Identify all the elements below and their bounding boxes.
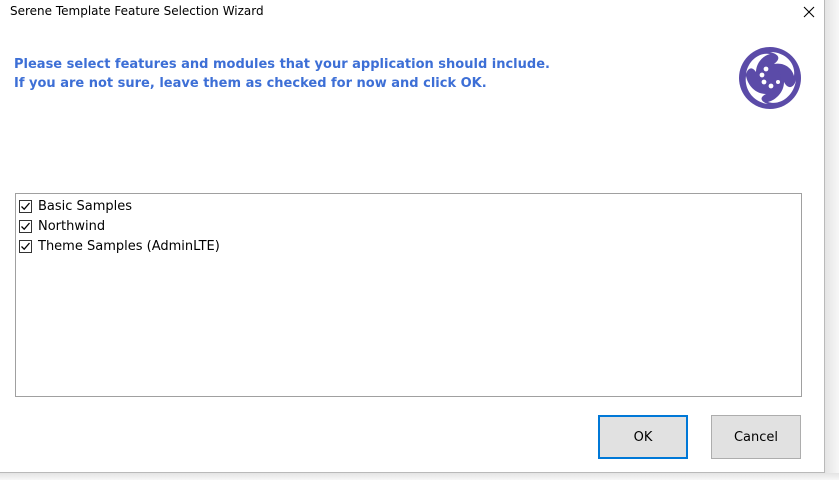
feature-item-northwind[interactable]: Northwind xyxy=(19,216,105,236)
cancel-button[interactable]: Cancel xyxy=(711,415,801,459)
ok-button[interactable]: OK xyxy=(598,415,688,459)
feature-item-theme-samples[interactable]: Theme Samples (AdminLTE) xyxy=(19,236,220,256)
feature-checkbox[interactable] xyxy=(19,199,32,213)
feature-list[interactable]: Basic Samples Northwind Theme Samples (A… xyxy=(15,193,802,397)
close-icon xyxy=(803,6,815,18)
window-title: Serene Template Feature Selection Wizard xyxy=(10,4,264,18)
instruction-line-1: Please select features and modules that … xyxy=(14,57,550,72)
instruction-line-2: If you are not sure, leave them as check… xyxy=(14,76,487,91)
feature-item-basic-samples[interactable]: Basic Samples xyxy=(19,196,132,216)
check-icon xyxy=(21,222,30,230)
feature-label: Theme Samples (AdminLTE) xyxy=(38,238,220,254)
serene-logo-icon xyxy=(738,46,802,110)
feature-label: Basic Samples xyxy=(38,198,133,214)
window-shadow-right xyxy=(825,0,839,480)
title-bar: Serene Template Feature Selection Wizard xyxy=(0,0,824,24)
close-button[interactable] xyxy=(794,0,824,24)
check-icon xyxy=(21,202,30,210)
window-shadow-bottom xyxy=(0,473,839,480)
dialog-window: Serene Template Feature Selection Wizard… xyxy=(0,0,825,473)
feature-label: Northwind xyxy=(38,218,106,234)
check-icon xyxy=(21,242,30,250)
feature-checkbox[interactable] xyxy=(19,239,32,253)
feature-checkbox[interactable] xyxy=(19,219,32,233)
instructions: Please select features and modules that … xyxy=(14,55,550,93)
